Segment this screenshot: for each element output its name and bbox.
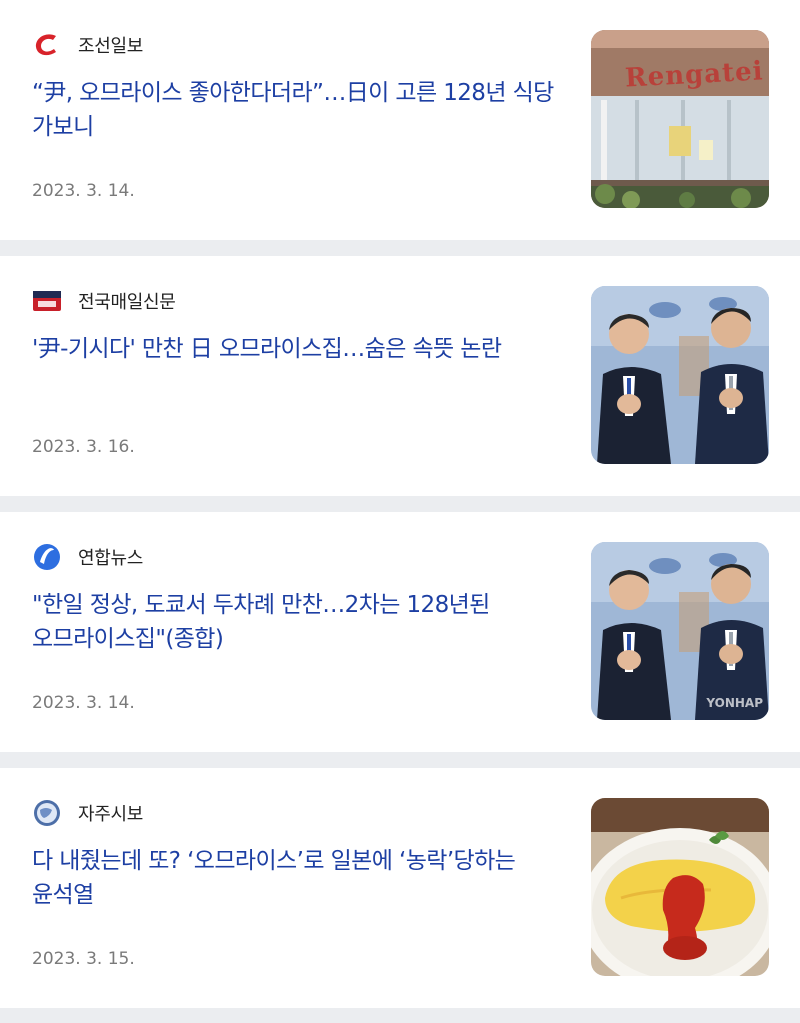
article-headline[interactable]: '尹-기시다' 만찬 日 오므라이스집…숨은 속뜻 논란 [32,332,562,366]
article-date: 2023. 3. 16. [32,437,135,457]
yonhap-logo-icon [32,542,62,572]
article-headline[interactable]: 다 내줬는데 또? ‘오므라이스’로 일본에 ‘농락’당하는 윤석열 [32,844,562,912]
chosun-logo-icon [32,30,62,60]
press-info[interactable]: 전국매일신문 [32,286,176,316]
press-name: 조선일보 [78,36,144,57]
article-card[interactable]: 전국매일신문 '尹-기시다' 만찬 日 오므라이스집…숨은 속뜻 논란 2023… [0,256,800,496]
jeonguk-maeil-logo-icon [32,286,62,316]
thumbnail-watermark: YONHAP [706,696,763,710]
news-feed: 조선일보 “尹, 오므라이스 좋아한다더라”…日이 고른 128년 식당 가보니… [0,0,800,1023]
article-card[interactable]: 연합뉴스 "한일 정상, 도쿄서 두차례 만찬…2차는 128년된 오므라이스집… [0,512,800,752]
restaurant-storefront-image[interactable]: Rengatei [591,30,769,208]
leaders-clapping-image[interactable] [591,286,769,464]
article-headline[interactable]: "한일 정상, 도쿄서 두차례 만찬…2차는 128년된 오므라이스집"(종합) [32,588,562,656]
article-card[interactable]: 조선일보 “尹, 오므라이스 좋아한다더라”…日이 고른 128년 식당 가보니… [0,0,800,240]
jajusibo-globe-logo-icon [32,798,62,828]
omurice-dish-image[interactable] [591,798,769,976]
press-info[interactable]: 자주시보 [32,798,143,828]
press-name: 자주시보 [78,804,144,825]
press-name: 연합뉴스 [78,548,144,569]
press-name: 전국매일신문 [78,292,176,313]
article-headline[interactable]: “尹, 오므라이스 좋아한다더라”…日이 고른 128년 식당 가보니 [32,76,562,144]
press-info[interactable]: 연합뉴스 [32,542,143,572]
article-card[interactable]: 자주시보 다 내줬는데 또? ‘오므라이스’로 일본에 ‘농락’당하는 윤석열 … [0,768,800,1008]
leaders-clapping-image[interactable]: YONHAP [591,542,769,720]
article-date: 2023. 3. 14. [32,693,135,713]
article-date: 2023. 3. 14. [32,181,135,201]
press-info[interactable]: 조선일보 [32,30,143,60]
article-date: 2023. 3. 15. [32,949,135,969]
